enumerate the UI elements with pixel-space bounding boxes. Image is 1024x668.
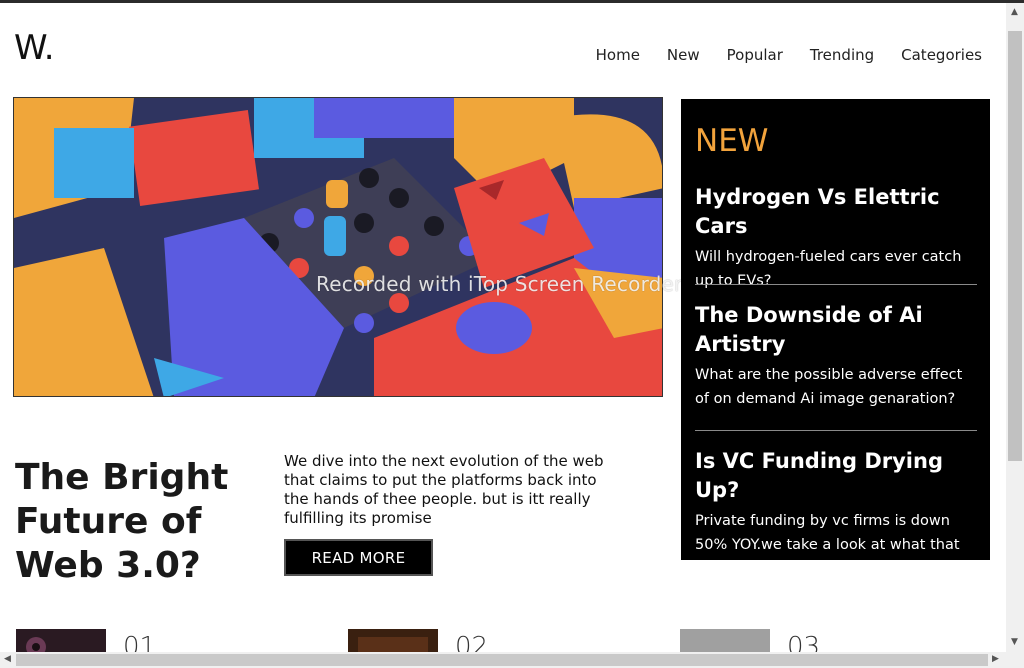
horizontal-scroll-thumb[interactable] [16,654,988,666]
horizontal-scrollbar[interactable]: ◀ ▶ [0,652,1006,668]
vertical-scroll-thumb[interactable] [1008,31,1022,461]
vertical-scrollbar[interactable]: ▲ ▼ [1006,3,1024,653]
divider [695,284,977,285]
nav-categories[interactable]: Categories [901,46,982,64]
read-more-button[interactable]: READ MORE [284,539,433,576]
list-thumbnail[interactable] [348,629,438,653]
new-panel-heading: NEW [695,123,769,159]
feature-title: The Bright Future of Web 3.0? [15,457,229,586]
scroll-right-icon[interactable]: ▶ [992,654,999,664]
nav-new[interactable]: New [667,46,700,64]
feature-description: We dive into the next evolution of the w… [284,452,604,527]
scroll-down-icon[interactable]: ▼ [1011,637,1018,647]
window-top-border [0,0,1024,3]
list-thumbnail[interactable] [680,629,770,653]
news-item-title[interactable]: Hydrogen Vs Elettric Cars [695,183,977,241]
news-item[interactable]: Hydrogen Vs Elettric Cars Will hydrogen-… [695,183,977,293]
nav-popular[interactable]: Popular [727,46,783,64]
scrollbar-corner [1006,652,1024,668]
divider [695,430,977,431]
news-item[interactable]: Is VC Funding Drying Up? Private funding… [695,447,977,581]
news-item-text: Private funding by vc firms is down 50% … [695,513,960,577]
news-item-title[interactable]: Is VC Funding Drying Up? [695,447,977,505]
scroll-up-icon[interactable]: ▲ [1011,7,1018,17]
nav-trending[interactable]: Trending [810,46,874,64]
new-panel: NEW Hydrogen Vs Elettric Cars Will hydro… [681,99,990,577]
list-thumbnail[interactable] [16,629,106,653]
site-logo[interactable]: W. [14,28,55,68]
news-item-title[interactable]: The Downside of Ai Artistry [695,301,977,359]
news-item-text: Will hydrogen-fueled cars ever catch up … [695,249,962,289]
recorder-watermark: Recorded with iTop Screen Recorder [316,272,683,296]
main-nav: Home New Popular Trending Categories [569,46,982,64]
nav-home[interactable]: Home [596,46,640,64]
hero-image [13,97,663,397]
scroll-left-icon[interactable]: ◀ [4,654,11,664]
news-item[interactable]: The Downside of Ai Artistry What are the… [695,301,977,411]
news-item-text: What are the possible adverse effect of … [695,367,963,407]
